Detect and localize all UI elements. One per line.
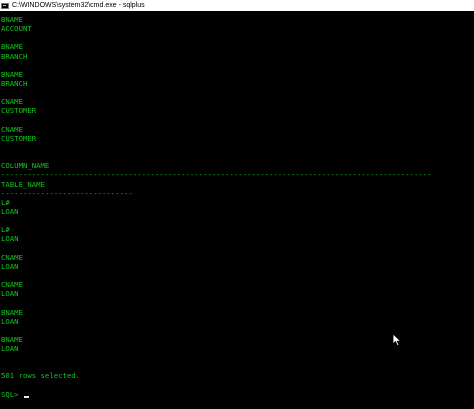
text-cursor	[23, 395, 29, 398]
title-bar[interactable]: C:\WINDOWS\system32\cmd.exe - sqlplus	[0, 0, 474, 11]
console-line: BNAME	[1, 69, 23, 79]
console-line: ACCOUNT	[1, 24, 32, 34]
console-line: ----------------------------------------…	[1, 170, 432, 180]
console-line: LOAN	[1, 206, 19, 216]
mouse-pointer-icon	[392, 333, 402, 347]
console-line: 501 rows selected.	[1, 371, 81, 381]
console-line: BNAME	[1, 42, 23, 52]
console-line: ------------------------------	[1, 188, 133, 198]
console-line: COLUMN_NAME	[1, 161, 50, 171]
console-line: LOAN	[1, 344, 19, 354]
console-line: CNAME	[1, 252, 23, 262]
console-line: LOAN	[1, 261, 19, 271]
console-line: BNAME	[1, 15, 23, 24]
console-line: TABLE_NAME	[1, 179, 45, 189]
cmd-window: C:\WINDOWS\system32\cmd.exe - sqlplus BN…	[0, 0, 474, 409]
sql-prompt: SQL>	[1, 389, 19, 399]
sql-prompt-line[interactable]: SQL>	[1, 390, 474, 399]
console-line: CUSTOMER	[1, 133, 37, 143]
console-line: LOAN	[1, 289, 19, 299]
console-line: CUSTOMER	[1, 106, 37, 116]
console-line: BNAME	[1, 307, 23, 317]
console-line: L#	[1, 225, 10, 235]
console-line: BRANCH	[1, 78, 28, 88]
console-line: L#	[1, 197, 10, 207]
console-line: CNAME	[1, 280, 23, 290]
console-line: LOAN	[1, 316, 19, 326]
console-line: CNAME	[1, 97, 23, 107]
console-line: CNAME	[1, 124, 23, 134]
console-app-icon[interactable]	[1, 2, 9, 9]
console-line: BRANCH	[1, 51, 28, 61]
console-line: LOAN	[1, 234, 19, 244]
window-title: C:\WINDOWS\system32\cmd.exe - sqlplus	[12, 2, 145, 9]
console-line: BNAME	[1, 334, 23, 344]
console-output[interactable]: BNAME ACCOUNT BNAME BRANCH BNAME BRANCH CNAME C…	[0, 15, 474, 409]
